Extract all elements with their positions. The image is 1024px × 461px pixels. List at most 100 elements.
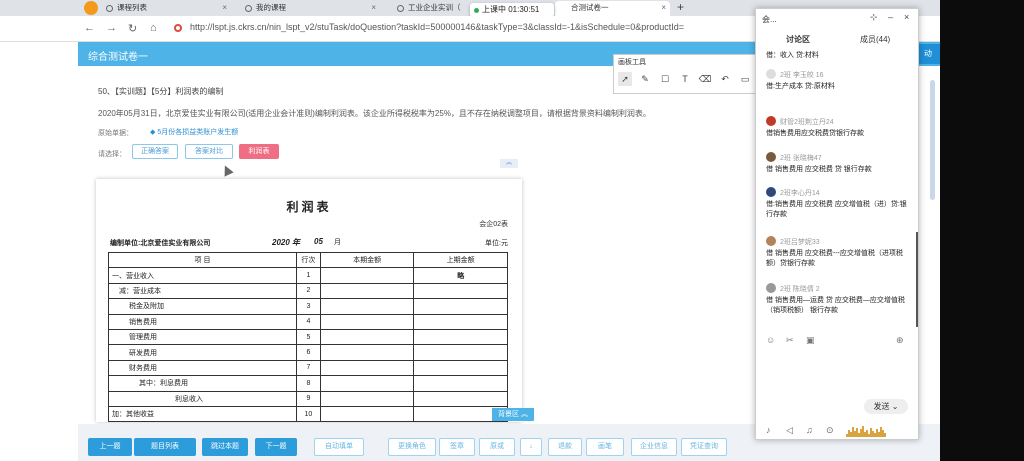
chat-scrollbar[interactable]	[916, 232, 918, 327]
current-amount-cell[interactable]	[319, 267, 415, 284]
url-field[interactable]: http://lspt.js.ckrs.cn/nin_lspt_v2/stuTa…	[190, 22, 684, 32]
next-question-button[interactable]: 下一题	[255, 438, 297, 456]
change-role-button[interactable]: 更换角色	[388, 438, 436, 456]
statement-company: 编制单位:北京爱佳实业有限公司	[110, 240, 211, 247]
table-row: 财务费用 7	[108, 359, 508, 377]
speaker-icon[interactable]: ◁	[786, 425, 793, 436]
row-no: 10	[296, 405, 321, 423]
new-tab-button[interactable]: +	[677, 0, 684, 15]
message-text: 借销售费用应交税费贷银行存款	[766, 130, 864, 137]
message-text: 借：收入 贷:材料	[766, 52, 819, 59]
pin-icon[interactable]: ⊹	[870, 12, 878, 23]
refund-button[interactable]: 退款	[548, 438, 582, 456]
brand-logo-icon	[84, 1, 98, 15]
avatar	[766, 69, 776, 79]
page-scrollbar[interactable]	[930, 80, 935, 200]
message-text: 借 销售费用—运费 贷 应交税费—应交增值税（销项税额） 银行存款	[766, 297, 905, 314]
tab-discussion[interactable]: 讨论区	[786, 34, 810, 45]
message-sender: 2班吕梦妮33	[780, 239, 820, 246]
download-button[interactable]: ↓	[520, 438, 542, 456]
auto-fill-button[interactable]: 自动填单	[314, 438, 364, 456]
skip-question-button[interactable]: 跳过本题	[202, 438, 248, 456]
eraser-icon[interactable]: ⌫	[698, 72, 712, 86]
income-statement-button[interactable]: 利润表	[239, 144, 279, 159]
row-item: 一、营业收入	[108, 267, 297, 284]
close-icon[interactable]: ×	[222, 1, 227, 15]
row-item: 税金及附加	[108, 298, 297, 315]
avatar	[766, 152, 776, 162]
company-info-button[interactable]: 企业信息	[631, 438, 677, 456]
close-icon[interactable]: ×	[904, 12, 909, 22]
current-amount-cell[interactable]	[319, 390, 415, 407]
tab-label: 合测试卷一	[571, 3, 609, 12]
reload-icon[interactable]: ↻	[128, 22, 137, 35]
table-header-row: 项 目 行次 本期金额 上期金额	[108, 251, 508, 269]
exam-header-button[interactable]: 动	[916, 44, 940, 64]
tab-course-list[interactable]: 课程列表 ×	[101, 1, 231, 16]
current-amount-cell[interactable]	[319, 313, 415, 330]
microphone-icon[interactable]: ♪	[766, 425, 771, 435]
current-amount-cell[interactable]	[319, 282, 415, 300]
rect-icon[interactable]: ☐	[658, 72, 672, 86]
original-docs-link[interactable]: ◆ 5月份各损益类账户发生额	[150, 127, 238, 137]
send-button[interactable]: 发送 ⌄	[864, 399, 908, 414]
emoji-icon[interactable]: ☺	[766, 335, 775, 345]
header-line-no: 行次	[296, 251, 321, 269]
original-docs-label: 原始单据：	[98, 130, 133, 137]
tab-industrial-training[interactable]: 工业企业实训（	[392, 1, 472, 16]
add-icon[interactable]: ⊕	[896, 335, 904, 346]
current-amount-cell[interactable]	[319, 298, 415, 315]
pointer-icon[interactable]: ➚	[618, 72, 632, 86]
collapse-button[interactable]: ︽	[500, 159, 518, 168]
current-amount-cell[interactable]	[319, 405, 415, 423]
background-area-button[interactable]: 背景区 ︽	[492, 408, 534, 421]
image-icon[interactable]: ▣	[806, 335, 815, 346]
table-row: 利息收入 9	[108, 390, 508, 407]
table-row: 减：营业成本 2	[108, 282, 508, 300]
previous-amount-cell	[413, 298, 508, 315]
location-icon[interactable]: ⊙	[826, 425, 834, 436]
chat-menu[interactable]: 会...	[762, 14, 777, 25]
drawing-toolbar: 画板工具 ➚ ✎ ☐ T ⌫ ↶ ▭	[613, 54, 759, 94]
current-amount-cell[interactable]	[319, 328, 415, 346]
tab-label: 我的课程	[256, 3, 286, 12]
pen-icon[interactable]: ✎	[638, 72, 652, 86]
back-arrow-icon[interactable]: ←	[84, 22, 95, 34]
question-list-button[interactable]: 题目列表	[134, 438, 196, 456]
question-title: 50、【实训题】【5分】利润表的编制	[98, 87, 224, 96]
statement-unit: 单位:元	[485, 240, 508, 247]
current-amount-cell[interactable]	[319, 359, 415, 377]
minimize-icon[interactable]: –	[888, 12, 893, 22]
tab-my-courses[interactable]: 我的课程 ×	[240, 1, 380, 16]
message-sender: 2班李心丹14	[780, 190, 820, 197]
message-sender: 2班 张晓梅47	[780, 155, 822, 162]
compare-answer-button[interactable]: 答案对比	[185, 144, 233, 159]
current-amount-cell[interactable]	[319, 344, 415, 361]
table-row: 税金及附加 3	[108, 298, 508, 315]
close-icon[interactable]: ×	[661, 1, 666, 15]
scissors-icon[interactable]: ✂	[786, 335, 794, 346]
header-previous: 上期金额	[413, 251, 508, 269]
music-icon[interactable]: ♫	[806, 425, 813, 435]
row-item: 销售费用	[108, 313, 297, 330]
screen: 课程列表 × 我的课程 × 工业企业实训（ 合测试卷一 × + 上课中 01:3…	[0, 0, 1024, 461]
header-current: 本期金额	[319, 251, 415, 269]
screen-icon[interactable]: ▭	[738, 72, 752, 86]
current-amount-cell[interactable]	[319, 375, 415, 392]
avatar	[766, 236, 776, 246]
close-icon[interactable]: ×	[371, 1, 376, 15]
row-no: 6	[296, 344, 321, 361]
tab-members[interactable]: 成员(44)	[860, 34, 890, 45]
brush-button[interactable]: 画笔	[586, 438, 624, 456]
text-icon[interactable]: T	[678, 72, 692, 86]
stamp-button[interactable]: 签章	[439, 438, 475, 456]
home-icon[interactable]: ⌂	[150, 22, 157, 34]
correct-answer-button[interactable]: 正确答案	[132, 144, 178, 159]
forward-arrow-icon[interactable]: →	[106, 22, 117, 34]
toolbar-button-8[interactable]: 原或	[479, 438, 515, 456]
undo-icon[interactable]: ↶	[718, 72, 732, 86]
previous-amount-cell	[413, 390, 508, 407]
voucher-query-button[interactable]: 凭证查询	[681, 438, 727, 456]
tab-exam[interactable]: 合测试卷一 ×	[555, 1, 670, 16]
prev-question-button[interactable]: 上一题	[88, 438, 132, 456]
